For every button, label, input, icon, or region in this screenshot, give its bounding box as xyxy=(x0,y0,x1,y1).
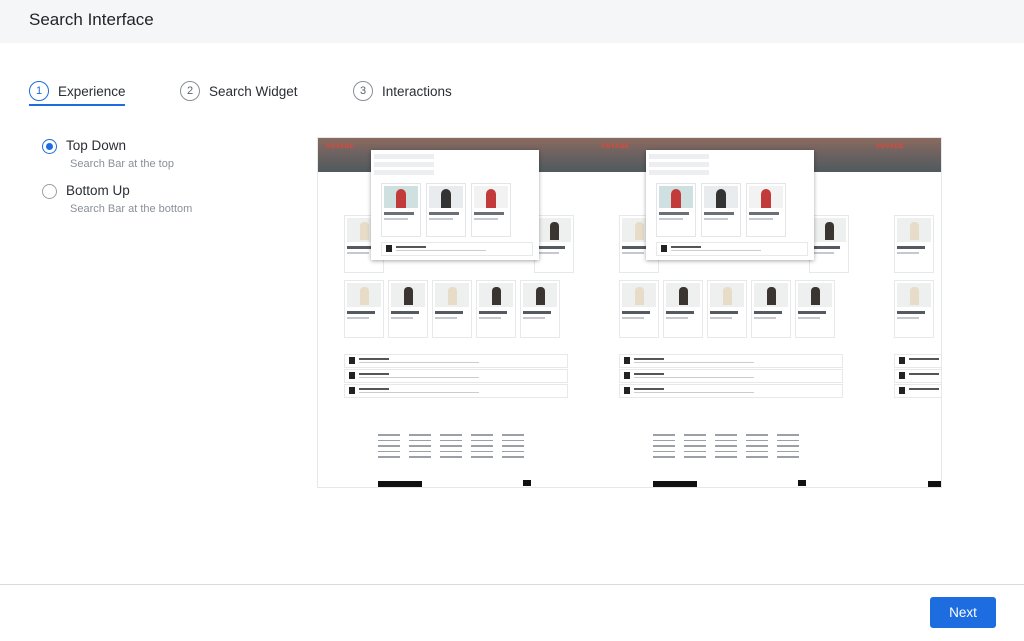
preview-card xyxy=(894,280,934,338)
step-experience[interactable]: 1 Experience xyxy=(29,78,126,104)
header-bar: Search Interface xyxy=(0,0,1024,43)
preview-panel: VOYAGE xyxy=(868,138,941,487)
preview-card xyxy=(707,280,747,338)
footer-divider xyxy=(0,584,1024,585)
preview-brand: VOYAGE xyxy=(601,144,630,150)
step-label: Experience xyxy=(58,83,126,99)
preview-panel: VOYAGE xyxy=(593,138,868,487)
preview-search-dropdown xyxy=(371,150,539,260)
page-title: Search Interface xyxy=(29,10,154,29)
stepper: 1 Experience 2 Search Widget 3 Interacti… xyxy=(0,78,1024,108)
preview-search-dropdown xyxy=(646,150,814,260)
preview-card xyxy=(619,280,659,338)
preview-brand: VOYAGE xyxy=(326,144,355,150)
preview-card xyxy=(476,280,516,338)
preview-article xyxy=(894,369,941,383)
preview-footer xyxy=(593,434,868,487)
preview-card xyxy=(534,215,574,273)
preview-card xyxy=(520,280,560,338)
option-label: Bottom Up xyxy=(66,183,130,198)
preview-article xyxy=(894,354,941,368)
step-number: 2 xyxy=(180,81,200,101)
preview-hero: VOYAGE xyxy=(868,138,941,172)
option-label: Top Down xyxy=(66,138,127,153)
preview-card xyxy=(795,280,835,338)
preview-card xyxy=(894,215,934,273)
next-button[interactable]: Next xyxy=(930,597,996,628)
step-label: Interactions xyxy=(382,83,452,99)
preview-card xyxy=(388,280,428,338)
layout-preview-image: VOYAGE VOYAGE VOYAGE xyxy=(317,137,942,488)
option-description: Search Bar at the bottom xyxy=(70,203,193,215)
step-number: 3 xyxy=(353,81,373,101)
preview-article xyxy=(344,354,568,368)
preview-article xyxy=(894,384,941,398)
preview-card xyxy=(344,280,384,338)
preview-panel: VOYAGE xyxy=(318,138,593,487)
step-interactions[interactable]: 3 Interactions xyxy=(353,78,452,104)
step-number: 1 xyxy=(29,81,49,101)
radio-top-down[interactable] xyxy=(42,139,57,154)
step-label: Search Widget xyxy=(209,83,298,99)
preview-brand: VOYAGE xyxy=(876,144,905,150)
active-step-indicator xyxy=(29,104,125,106)
preview-footer xyxy=(318,434,593,487)
option-description: Search Bar at the top xyxy=(70,158,174,170)
radio-bottom-up[interactable] xyxy=(42,184,57,199)
step-search-widget[interactable]: 2 Search Widget xyxy=(180,78,298,104)
preview-card xyxy=(432,280,472,338)
preview-card xyxy=(751,280,791,338)
preview-card xyxy=(809,215,849,273)
preview-article xyxy=(344,384,568,398)
preview-article xyxy=(619,369,843,383)
preview-article xyxy=(344,369,568,383)
preview-card xyxy=(663,280,703,338)
preview-article xyxy=(619,384,843,398)
preview-article xyxy=(619,354,843,368)
